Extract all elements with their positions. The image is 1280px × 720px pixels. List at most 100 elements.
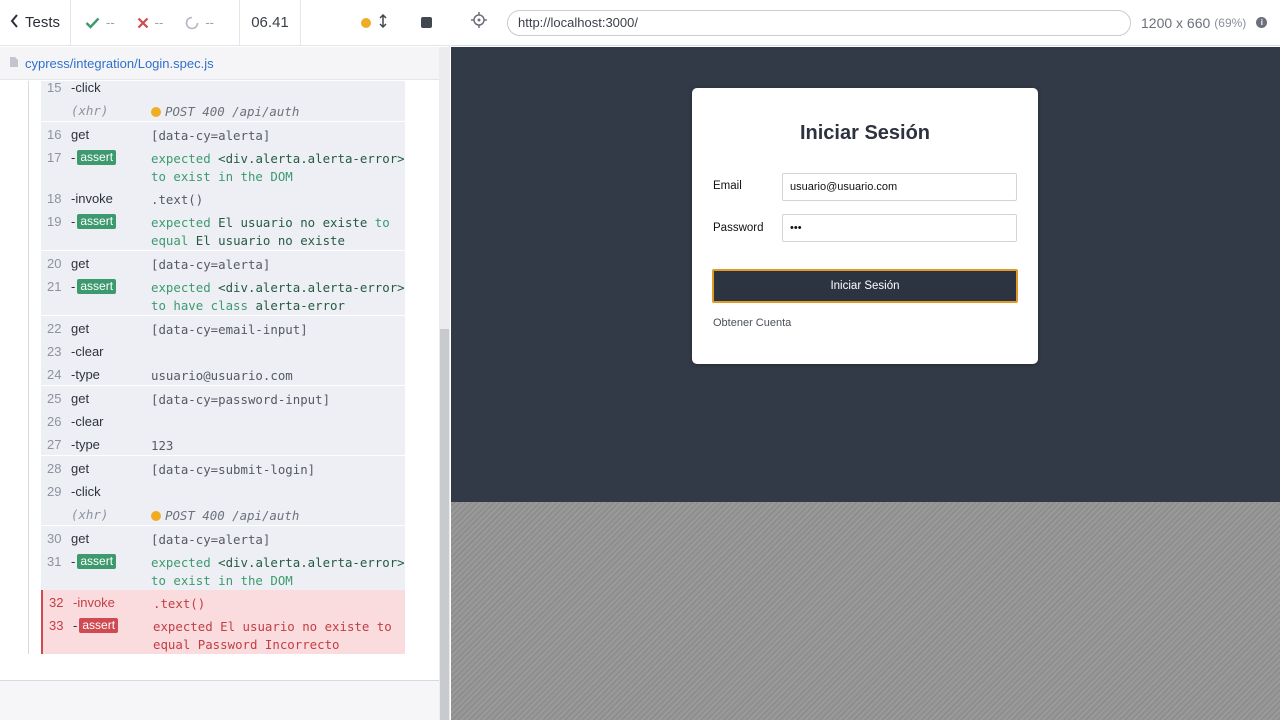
duration-timer: 06.41 <box>240 0 301 46</box>
assert-message-part: <div.alerta.alerta-error> <box>218 555 405 570</box>
assert-message-part: expected <box>153 619 221 634</box>
command-row[interactable]: 17- assert expected <div.alerta.alerta-err… <box>41 145 405 186</box>
command-name: - assert <box>73 613 153 654</box>
command-message: POST 400 /api/auth <box>151 502 405 525</box>
spec-file-link[interactable]: cypress/integration/Login.spec.js <box>25 56 214 71</box>
command-message: [data-cy=password-input] <box>151 392 331 407</box>
command-row[interactable]: 30 get [data-cy=alerta] <box>41 525 405 549</box>
command-number: 32 <box>49 595 64 610</box>
command-number: 26 <box>47 414 62 429</box>
command-label: -invoke <box>73 595 115 610</box>
command-row[interactable]: 31- assert expected <div.alerta.alerta-err… <box>41 549 405 590</box>
command-label: -clear <box>71 344 104 359</box>
stats-summary: -- -- -- <box>71 0 240 46</box>
child-dash: - <box>71 214 76 229</box>
tests-label: Tests <box>25 14 61 31</box>
command-message <box>151 479 405 502</box>
command-message: .text() <box>153 596 206 611</box>
command-message: expected El usuario no existe to equal E… <box>151 209 405 250</box>
command-number: 30 <box>47 531 62 546</box>
command-row[interactable]: 29 -click <box>41 479 405 502</box>
viewport-scale: (69%) <box>1214 15 1247 30</box>
command-name: get <box>71 122 151 145</box>
child-dash: - <box>71 279 76 294</box>
command-xhr-row[interactable]: (xhr) POST 400 /api/auth <box>41 98 405 121</box>
assert-message-part: <div.alerta.alerta-error> <box>218 280 405 295</box>
command-name: -type <box>71 432 151 455</box>
command-label: -clear <box>71 414 104 429</box>
command-row[interactable]: 16 get [data-cy=alerta] <box>41 121 405 145</box>
login-form: Iniciar Sesión Email Password Iniciar Se… <box>692 88 1038 364</box>
command-row[interactable]: 24 -type usuario@usuario.com <box>41 362 405 385</box>
command-label: get <box>71 321 90 336</box>
command-row[interactable]: 32 -invoke .text() <box>41 590 405 613</box>
selector-playground-button[interactable] <box>451 12 507 33</box>
run-controls <box>301 0 450 46</box>
command-row[interactable]: 28 get [data-cy=submit-login] <box>41 455 405 479</box>
tests-button[interactable]: Tests <box>0 0 71 46</box>
command-log-footer <box>0 680 439 720</box>
command-message: .text() <box>151 192 204 207</box>
auto-scroll-icon[interactable] <box>379 13 387 32</box>
viewport-info: 1200 x 660 (69%) i <box>1141 14 1268 31</box>
command-name: -clear <box>71 409 151 432</box>
reporter-panel: Tests -- -- -- 06.41 cypress/integration… <box>0 0 450 720</box>
submit-login-button[interactable]: Iniciar Sesión <box>712 269 1018 303</box>
command-row[interactable]: 23 -clear <box>41 339 405 362</box>
command-number: 15 <box>47 81 62 95</box>
command-row[interactable]: 20 get [data-cy=alerta] <box>41 250 405 274</box>
command-row[interactable]: 26 -clear <box>41 409 405 432</box>
stop-icon[interactable] <box>421 17 432 28</box>
pending-stat: -- <box>185 15 214 30</box>
child-dash: - <box>71 554 76 569</box>
command-message <box>151 339 405 362</box>
command-log: 15 -click (xhr) POST 400 /api/auth 16 get [dat… <box>0 81 439 680</box>
command-row[interactable]: 27 -type 123 <box>41 432 405 455</box>
pending-circle-icon <box>185 16 199 30</box>
command-name: get <box>71 316 151 339</box>
command-row[interactable]: 22 get [data-cy=email-input] <box>41 315 405 339</box>
command-name: -click <box>71 81 151 98</box>
command-label: get <box>71 391 90 406</box>
command-row[interactable]: 15 -click <box>41 81 405 98</box>
crosshair-icon <box>471 12 487 33</box>
command-row[interactable]: 25 get [data-cy=password-input] <box>41 385 405 409</box>
command-row[interactable]: 33- assert expected El usuario no existe t… <box>41 613 405 654</box>
command-row[interactable]: 21- assert expected <div.alerta.alerta-err… <box>41 274 405 315</box>
command-name: -click <box>71 479 151 502</box>
command-label: -type <box>71 367 100 382</box>
xhr-status-dot-icon <box>151 511 161 521</box>
viewport-size: 1200 x 660 <box>1141 14 1211 31</box>
command-label: -invoke <box>71 191 113 206</box>
scrollbar-thumb[interactable] <box>440 329 449 720</box>
email-input[interactable] <box>782 173 1017 201</box>
passed-stat: -- <box>85 15 115 30</box>
command-label: get <box>71 531 90 546</box>
command-row[interactable]: 18 -invoke .text() <box>41 186 405 209</box>
command-message <box>151 81 405 98</box>
info-icon[interactable]: i <box>1256 17 1268 28</box>
assert-message-part: expected <box>151 555 219 570</box>
command-name: -invoke <box>71 186 151 209</box>
assert-message-part: expected <box>151 151 219 166</box>
password-input[interactable] <box>782 214 1017 242</box>
command-xhr-row[interactable]: (xhr) POST 400 /api/auth <box>41 502 405 525</box>
get-account-link[interactable]: Obtener Cuenta <box>713 317 791 329</box>
aut-header: http://localhost:3000/ 1200 x 660 (69%) … <box>451 0 1280 46</box>
command-number: 29 <box>47 484 62 499</box>
command-label: -click <box>71 484 101 499</box>
url-bar[interactable]: http://localhost:3000/ <box>507 9 1131 36</box>
command-name: - assert <box>71 145 151 186</box>
command-number: 19 <box>47 214 62 229</box>
command-row[interactable]: 19- assert expected El usuario no existe t… <box>41 209 405 250</box>
command-list: 15 -click (xhr) POST 400 /api/auth 16 get [dat… <box>28 81 405 654</box>
x-icon <box>137 17 149 29</box>
command-message <box>151 409 405 432</box>
command-label: get <box>71 461 90 476</box>
assert-badge: assert <box>77 150 117 165</box>
command-message: [data-cy=alerta] <box>151 257 271 272</box>
command-name: get <box>71 456 151 479</box>
command-message: 123 <box>151 438 174 453</box>
command-number: 28 <box>47 461 62 476</box>
command-name: - assert <box>71 549 151 590</box>
